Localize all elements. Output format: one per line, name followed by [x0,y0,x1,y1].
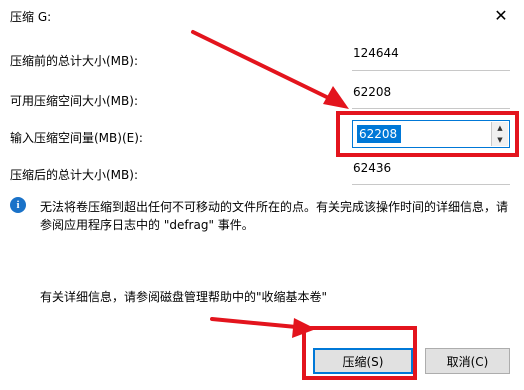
shrink-amount-stepper[interactable]: ▲ ▼ [352,120,510,148]
arrowhead-input [323,86,349,109]
arrowhead-shrink [292,318,316,338]
arrow-to-input [191,30,343,106]
arrow-to-shrink [210,317,309,330]
shrink-amount-input[interactable] [357,124,488,144]
annotation-arrows [191,30,349,338]
